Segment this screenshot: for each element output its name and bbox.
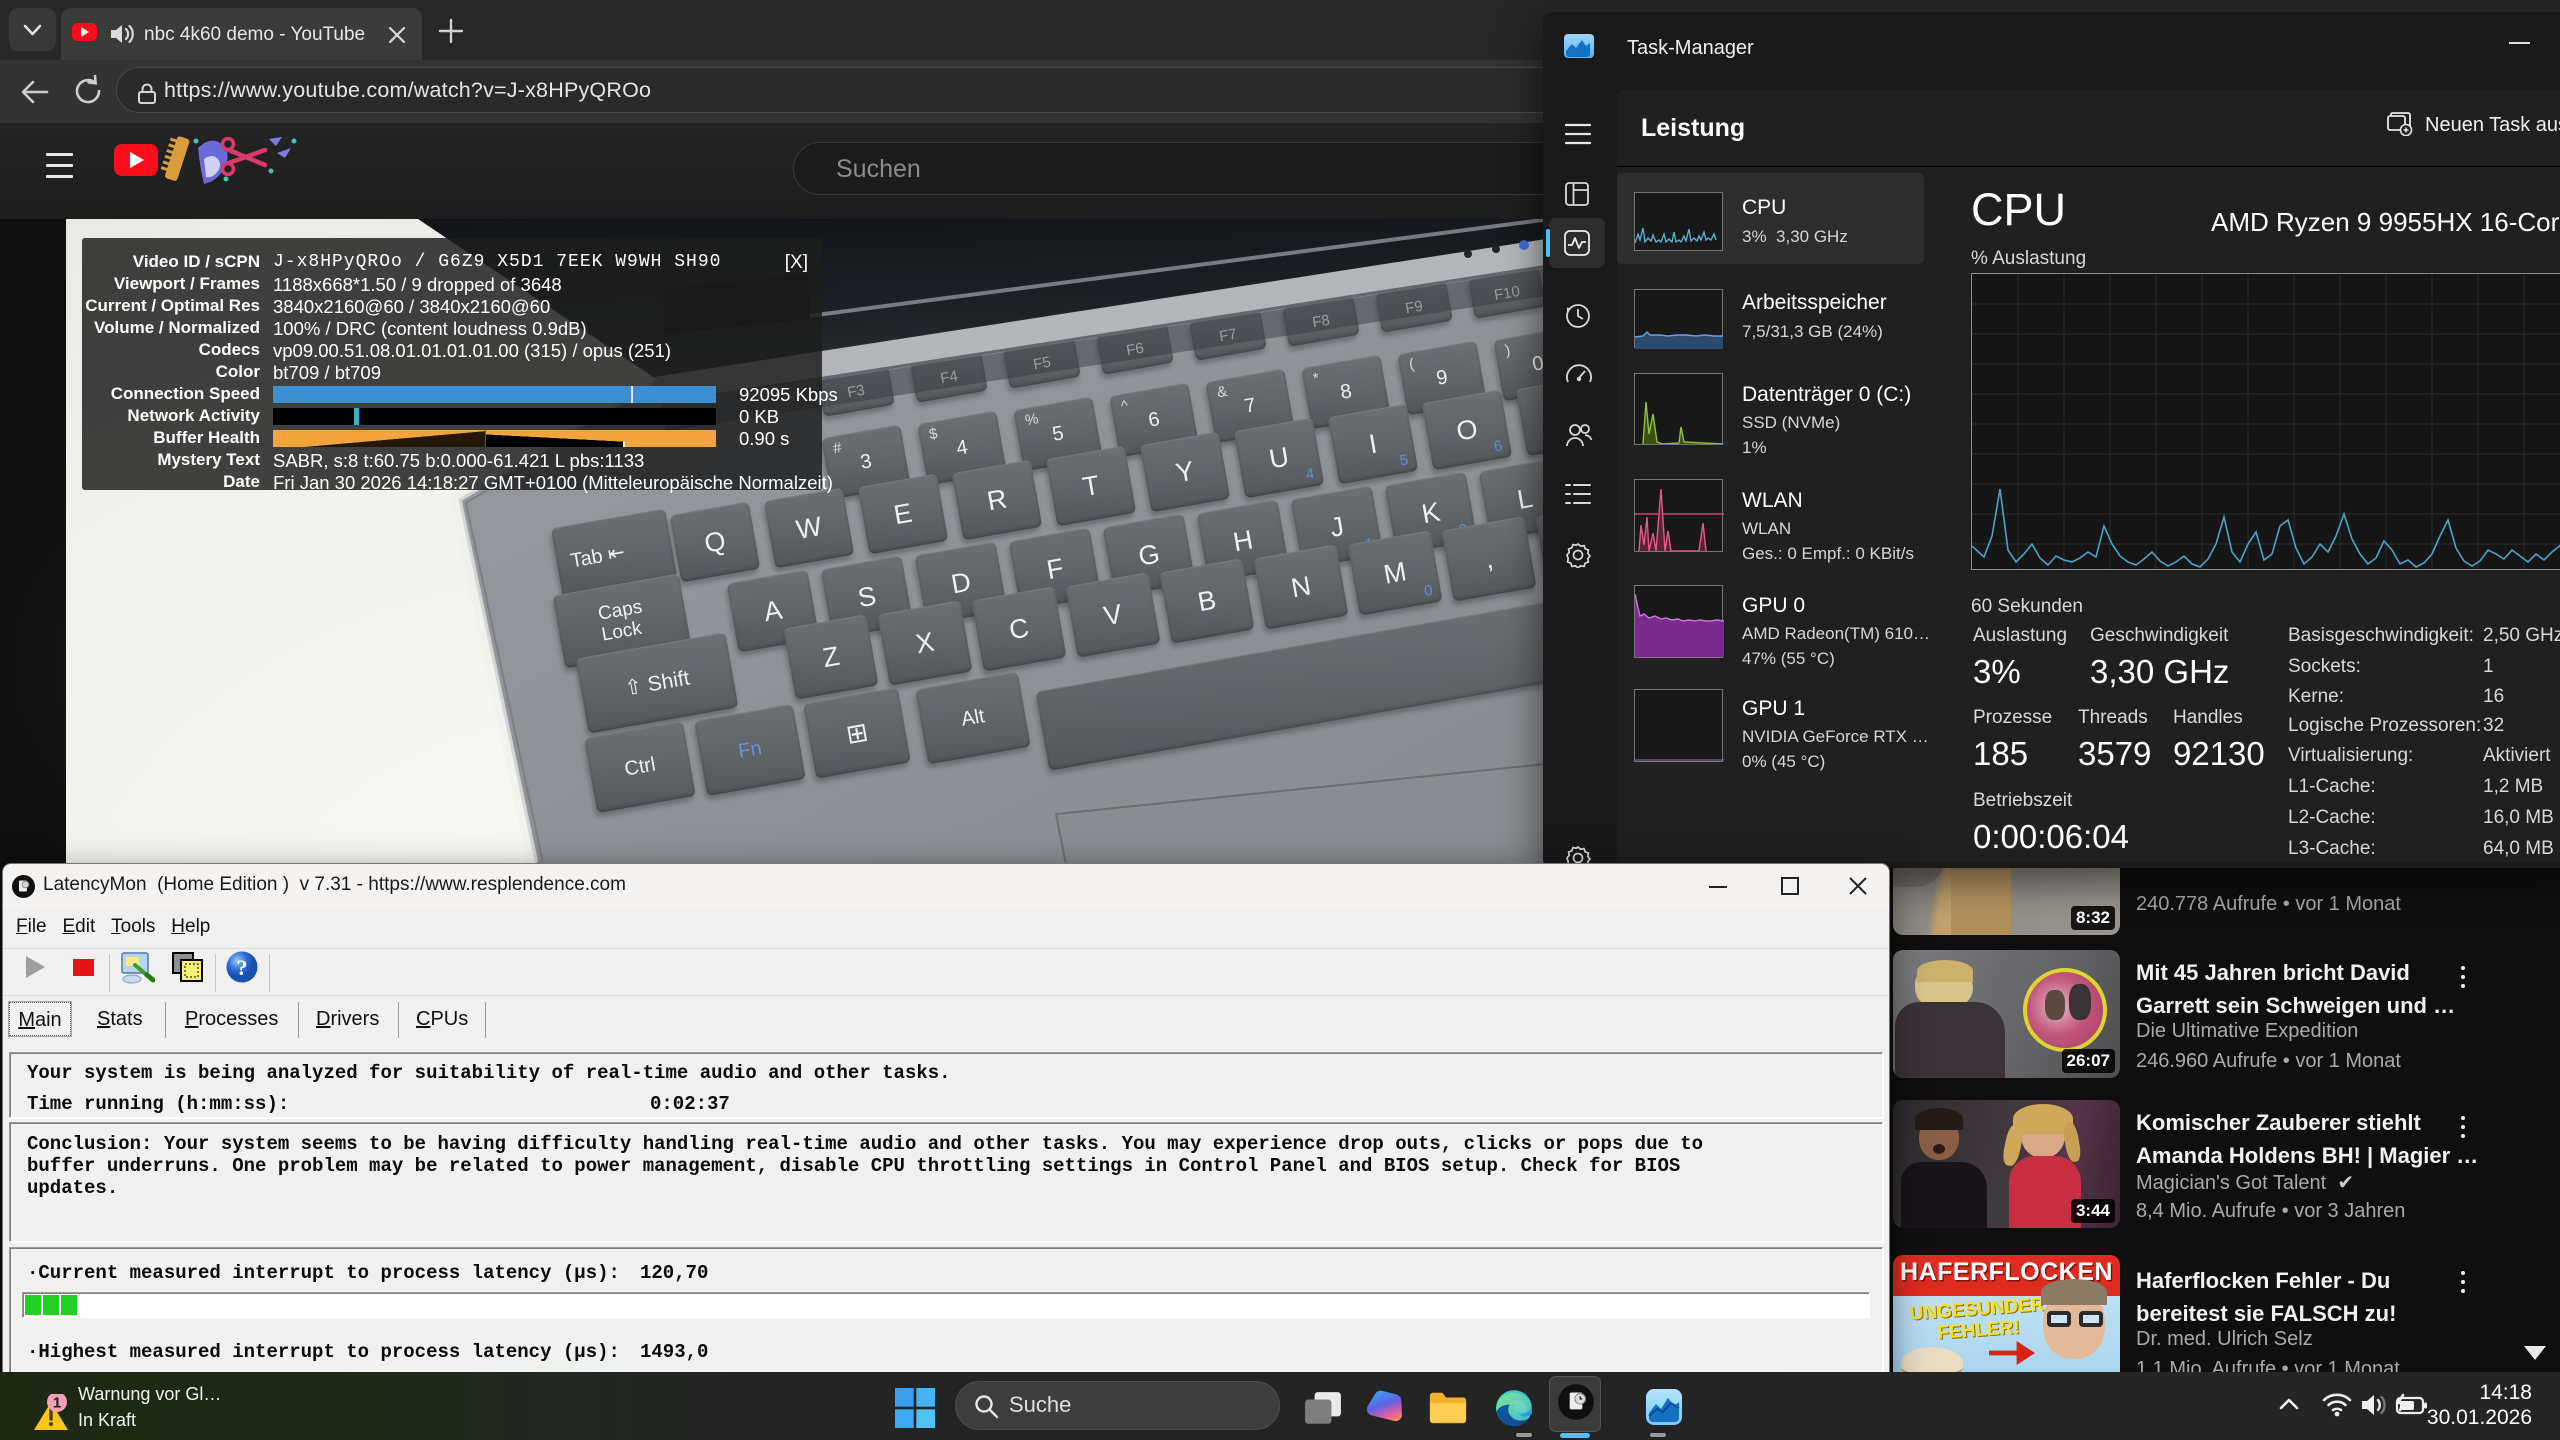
svg-text:1: 1: [53, 1395, 61, 1412]
svg-text:?: ?: [237, 955, 248, 980]
